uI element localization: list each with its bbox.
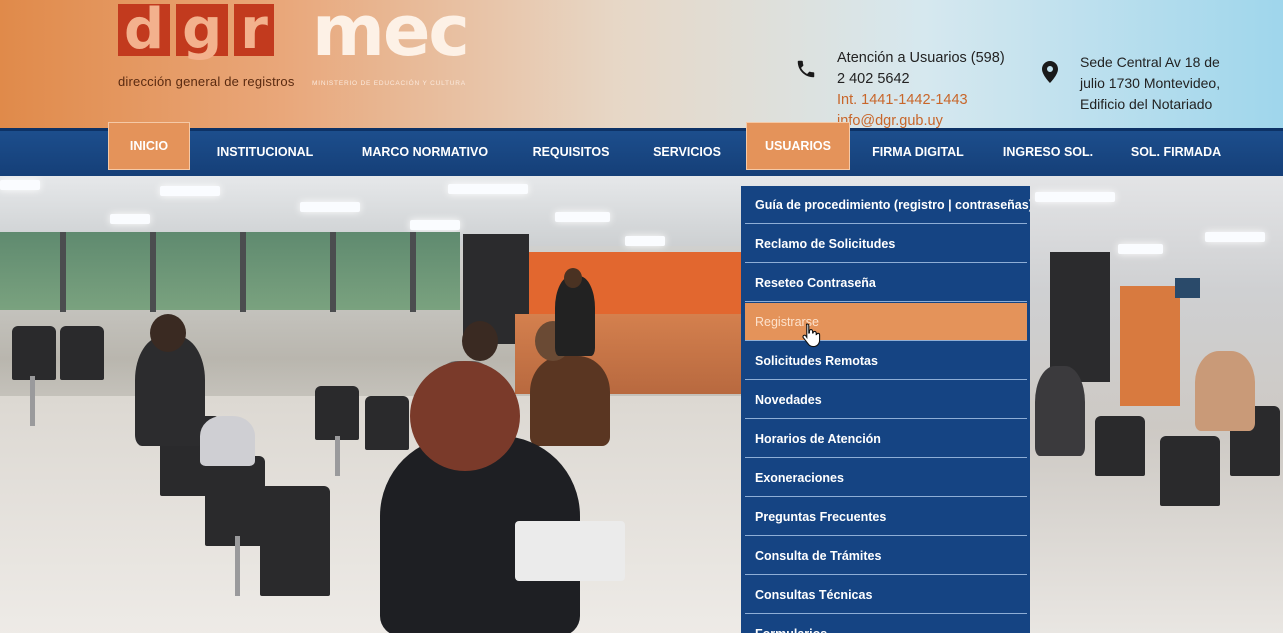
contact-extensions: Int. 1441-1442-1443 — [837, 92, 968, 108]
browser-viewport: d g r dirección general de registros mec… — [0, 0, 1283, 633]
menu-item-novedades[interactable]: Novedades — [745, 381, 1027, 419]
nav-item-sol-firmada[interactable]: SOL. FIRMADA — [1122, 128, 1230, 176]
address-line-1: Sede Central Av 18 de — [1080, 54, 1220, 70]
dgr-logo-mark: d g r — [118, 2, 295, 58]
address-line-3: Edificio del Notariado — [1080, 96, 1213, 112]
phone-icon — [797, 60, 815, 78]
contact-phone: 2 402 5642 — [837, 71, 910, 87]
address-line-2: julio 1730 Montevideo, — [1080, 75, 1221, 91]
mec-logo[interactable]: mec MINISTERIO DE EDUCACIÓN Y CULTURA — [312, 0, 470, 87]
nav-item-requisitos[interactable]: REQUISITOS — [525, 128, 617, 176]
nav-item-marco-normativo[interactable]: MARCO NORMATIVO — [355, 128, 495, 176]
menu-item-solicitudes-remotas[interactable]: Solicitudes Remotas — [745, 342, 1027, 380]
menu-item-reseteo-contrasena[interactable]: Reseteo Contraseña — [745, 264, 1027, 302]
menu-item-exoneraciones[interactable]: Exoneraciones — [745, 459, 1027, 497]
mec-logo-mark: mec — [312, 0, 470, 72]
nav-item-inicio[interactable]: INICIO — [108, 122, 190, 170]
office-photo-banner — [0, 176, 1283, 633]
usuarios-dropdown-menu: Guía de procedimiento (registro | contra… — [741, 186, 1030, 633]
contact-line-1: Atención a Usuarios (598) — [837, 50, 1005, 66]
hand-pointer-icon — [802, 323, 821, 348]
main-nav: INICIO INSTITUCIONAL MARCO NORMATIVO REQ… — [0, 122, 1283, 176]
menu-item-registrarse[interactable]: Registrarse — [745, 303, 1027, 341]
dgr-logo[interactable]: d g r dirección general de registros — [118, 2, 295, 89]
site-header: d g r dirección general de registros mec… — [0, 0, 1283, 130]
nav-item-firma-digital[interactable]: FIRMA DIGITAL — [868, 128, 968, 176]
menu-item-horarios-atencion[interactable]: Horarios de Atención — [745, 420, 1027, 458]
nav-item-ingreso-sol[interactable]: INGRESO SOL. — [998, 128, 1098, 176]
dgr-logo-subtitle: dirección general de registros — [118, 74, 295, 89]
menu-item-consulta-tramites[interactable]: Consulta de Trámites — [745, 537, 1027, 575]
menu-item-reclamo-solicitudes[interactable]: Reclamo de Solicitudes — [745, 225, 1027, 263]
nav-item-institucional[interactable]: INSTITUCIONAL — [210, 128, 320, 176]
menu-item-formularios[interactable]: Formularios — [745, 615, 1027, 633]
map-pin-icon — [1042, 61, 1058, 83]
nav-item-usuarios[interactable]: USUARIOS — [746, 122, 850, 170]
nav-item-servicios[interactable]: SERVICIOS — [645, 128, 729, 176]
menu-item-guia-procedimiento[interactable]: Guía de procedimiento (registro | contra… — [745, 186, 1030, 224]
mec-logo-subtitle: MINISTERIO DE EDUCACIÓN Y CULTURA — [312, 80, 466, 87]
menu-item-preguntas-frecuentes[interactable]: Preguntas Frecuentes — [745, 498, 1027, 536]
menu-item-consultas-tecnicas[interactable]: Consultas Técnicas — [745, 576, 1027, 614]
